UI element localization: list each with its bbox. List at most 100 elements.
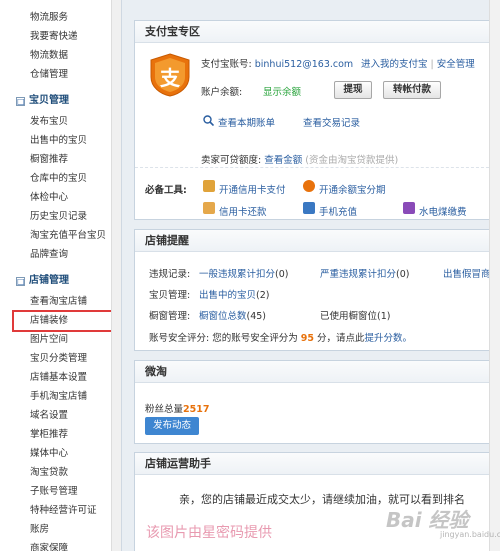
collapse-icon[interactable]: □ — [16, 277, 25, 286]
sidebar-item-image-space[interactable]: 图片空间 — [0, 330, 121, 349]
view-amount-link[interactable]: 查看金额 — [264, 155, 302, 166]
sidebar-item-license[interactable]: 特种经营许可证 — [0, 501, 121, 520]
yuebao-icon — [303, 180, 315, 192]
sidebar-item-account-room[interactable]: 账房 — [0, 520, 121, 539]
highlight-box — [12, 310, 121, 332]
sidebar-section-shop[interactable]: □ 店铺管理 — [0, 270, 121, 292]
alipay-panel: 支付宝专区 支 支付宝账号: binhui512@163.com 进入我的支付宝… — [134, 20, 500, 220]
fans-row: 粉丝总量2517 — [145, 401, 209, 415]
sidebar-item-history[interactable]: 历史宝贝记录 — [0, 207, 121, 226]
serious-violation-link[interactable]: 严重违规累计扣分 — [320, 269, 396, 280]
enter-alipay-link[interactable]: 进入我的支付宝 — [361, 59, 428, 70]
sidebar-item-showcase[interactable]: 橱窗推荐 — [0, 150, 121, 169]
security-score-suffix: 分，请点此 — [317, 333, 365, 344]
collapse-icon[interactable]: □ — [16, 97, 25, 106]
sidebar-item-basic-settings[interactable]: 店铺基本设置 — [0, 368, 121, 387]
showcase-total-link[interactable]: 橱窗位总数 — [199, 311, 247, 322]
sidebar-item-domain[interactable]: 域名设置 — [0, 406, 121, 425]
sidebar-section-title: 店铺管理 — [29, 275, 69, 286]
sidebar-item-loan[interactable]: 淘宝贷款 — [0, 463, 121, 482]
sidebar-item-on-sale[interactable]: 出售中的宝贝 — [0, 131, 121, 150]
divider — [135, 167, 499, 168]
source-watermark: 该图片由星密码提供 — [146, 525, 272, 541]
sidebar-item-logistics-data[interactable]: 物流数据 — [0, 46, 121, 65]
sidebar-section-title: 宝贝管理 — [29, 95, 69, 106]
sidebar-item-guarantee[interactable]: 商家保障 — [0, 539, 121, 551]
on-sale-goods-link[interactable]: 出售中的宝贝 — [199, 290, 256, 301]
view-trades-link[interactable]: 查看交易记录 — [303, 115, 360, 129]
sidebar: 物流服务 我要寄快递 物流数据 仓储管理 □ 宝贝管理 发布宝贝 出售中的宝贝 橱… — [0, 0, 122, 551]
utility-icon — [403, 202, 415, 214]
serious-violation[interactable]: 严重违规累计扣分(0) — [320, 266, 409, 280]
sidebar-item-category[interactable]: 宝贝分类管理 — [0, 349, 121, 368]
publish-update-button[interactable]: 发布动态 — [145, 417, 199, 435]
main-content: 支付宝专区 支 支付宝账号: binhui512@163.com 进入我的支付宝… — [134, 0, 500, 551]
sidebar-item-send-express[interactable]: 我要寄快递 — [0, 27, 121, 46]
sidebar-item-checkup[interactable]: 体检中心 — [0, 188, 121, 207]
sidebar-item-shop-decoration[interactable]: 店铺装修 — [0, 310, 121, 332]
sidebar-item-publish[interactable]: 发布宝贝 — [0, 112, 121, 131]
general-violation-link[interactable]: 一般违规累计扣分 — [199, 269, 275, 280]
sidebar-item-logistics-service[interactable]: 物流服务 — [0, 8, 121, 27]
balance-label: 账户余额: — [201, 87, 243, 98]
security-score-prefix: 账号安全评分: 您的账号安全评分为 — [149, 333, 298, 344]
general-violation[interactable]: 一般违规累计扣分(0) — [199, 266, 288, 280]
transfer-button[interactable]: 转帐付款 — [383, 81, 441, 99]
view-bill-link[interactable]: 查看本期账单 — [218, 115, 275, 129]
goods-label: 宝贝管理: — [149, 290, 191, 301]
tools-label: 必备工具: — [145, 185, 187, 196]
weitao-panel: 微淘 粉丝总量2517 发布动态 — [134, 360, 500, 444]
shop-reminder-panel: 店铺提醒 违规记录: 一般违规累计扣分(0) 严重违规累计扣分(0) 出售假冒商… — [134, 229, 500, 351]
sidebar-item-brand-query[interactable]: 品牌查询 — [0, 245, 121, 264]
card-repay-icon — [203, 202, 215, 214]
alipay-logo-icon: 支 — [149, 53, 191, 97]
withdraw-button[interactable]: 提现 — [334, 81, 372, 99]
sidebar-item-warehouse[interactable]: 仓储管理 — [0, 65, 121, 84]
baidu-watermark: Bai 经验 — [386, 508, 469, 532]
panel-title: 支付宝专区 — [135, 21, 499, 43]
sidebar-item-view-shop[interactable]: 查看淘宝店铺 — [0, 292, 121, 311]
phone-recharge-icon — [303, 202, 315, 214]
sidebar-item-media[interactable]: 媒体中心 — [0, 444, 121, 463]
security-score-value: 95 — [300, 333, 314, 344]
sidebar-item-recommend[interactable]: 掌柜推荐 — [0, 425, 121, 444]
seller-credit-note: (资金由淘宝贷款提供) — [305, 155, 399, 166]
show-balance-link[interactable]: 显示余额 — [263, 84, 301, 98]
sidebar-item-recharge-platform[interactable]: 淘宝充值平台宝贝 — [0, 226, 121, 245]
seller-credit-row: 卖家可贷额度: 查看金额 (资金由淘宝贷款提供) — [201, 152, 398, 166]
credit-card-icon — [203, 180, 215, 192]
alipay-account-row: 支付宝账号: binhui512@163.com — [201, 56, 353, 70]
fans-count: 2517 — [183, 404, 210, 415]
account-label: 支付宝账号: — [201, 59, 252, 70]
sidebar-section-goods[interactable]: □ 宝贝管理 — [0, 90, 121, 112]
alipay-logo-glyph: 支 — [160, 66, 180, 90]
security-management-link[interactable]: 安全管理 — [437, 59, 475, 70]
sidebar-item-mobile-shop[interactable]: 手机淘宝店铺 — [0, 387, 121, 406]
serious-violation-count: (0) — [396, 269, 410, 280]
seller-credit-label: 卖家可贷额度: — [201, 155, 262, 166]
phone-recharge-link[interactable]: 手机充值 — [319, 204, 357, 218]
sidebar-item-sub-account[interactable]: 子账号管理 — [0, 482, 121, 501]
magnifier-icon — [203, 115, 215, 129]
on-sale-goods[interactable]: 出售中的宝贝(2) — [199, 287, 269, 301]
showcase-total[interactable]: 橱窗位总数(45) — [199, 308, 266, 322]
page-scrollbar[interactable] — [489, 0, 500, 551]
utility-bill-link[interactable]: 水电煤缴费 — [419, 204, 467, 218]
showcase-total-count: (45) — [246, 311, 267, 322]
improve-score-link[interactable]: 提升分数。 — [365, 333, 413, 344]
balance-row: 账户余额: — [201, 84, 242, 98]
showcase-label: 橱窗管理: — [149, 311, 191, 322]
credit-repay-link[interactable]: 信用卡还款 — [219, 204, 267, 218]
open-yuebao-link[interactable]: 开通余额宝分期 — [319, 182, 386, 196]
panel-title: 微淘 — [135, 361, 499, 383]
alipay-links: 进入我的支付宝 | 安全管理 — [361, 56, 475, 70]
sidebar-item-cut — [0, 0, 121, 8]
panel-title: 店铺提醒 — [135, 230, 499, 252]
fans-label: 粉丝总量 — [145, 404, 184, 415]
open-credit-card-link[interactable]: 开通信用卡支付 — [219, 182, 286, 196]
security-score-row: 账号安全评分: 您的账号安全评分为 95 分，请点此提升分数。 — [149, 330, 412, 344]
general-violation-count: (0) — [275, 269, 289, 280]
showcase-used: 已使用橱窗位(1) — [320, 311, 391, 322]
sidebar-scrollbar[interactable] — [111, 0, 121, 551]
sidebar-item-in-warehouse[interactable]: 仓库中的宝贝 — [0, 169, 121, 188]
